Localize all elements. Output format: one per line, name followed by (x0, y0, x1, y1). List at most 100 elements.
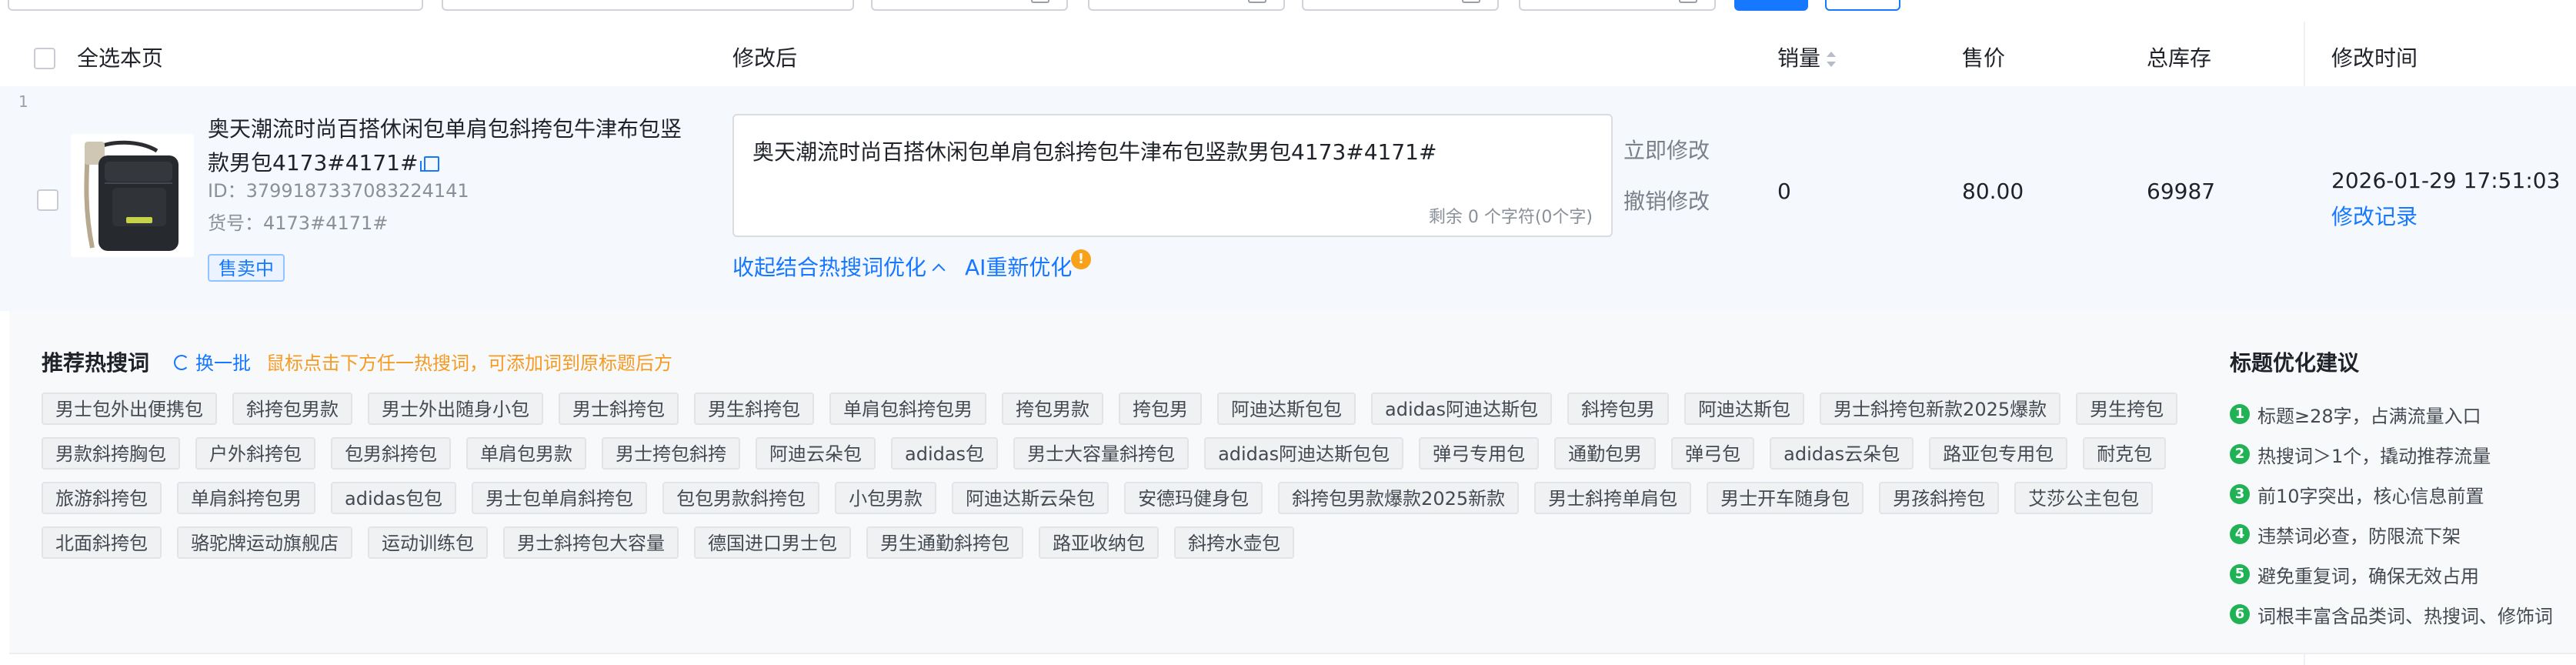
hot-word-tag[interactable]: 包包男款斜挎包 (662, 482, 820, 514)
filter-input-2[interactable] (442, 0, 854, 11)
header-total-stock: 总库存 (2147, 45, 2212, 71)
suggestion-number: 5 (2230, 564, 2250, 584)
modify-record-link[interactable]: 修改记录 (2331, 200, 2418, 231)
hot-word-tag[interactable]: adidas包 (891, 437, 999, 470)
suggestion-list: 1 标题≥28字，占满流量入口 2 热搜词＞1个，撬动推荐流量 3 前10字突出，核心信息… (2230, 394, 2553, 634)
header-sales[interactable]: 销量 (1777, 31, 1837, 86)
hot-word-tag[interactable]: 斜挎包男款爆款2025新款 (1278, 482, 1520, 514)
hot-word-tag[interactable]: 男士斜挎包大容量 (503, 526, 679, 559)
hot-word-tag[interactable]: 户外斜挎包 (195, 437, 315, 470)
header-after-edit: 修改后 (732, 45, 798, 71)
sort-icon[interactable] (1827, 51, 1837, 68)
hot-word-tag[interactable]: adidas阿迪达斯包包 (1204, 437, 1404, 470)
hot-word-tag[interactable]: adidas云朵包 (1770, 437, 1914, 470)
suggestion-number: 4 (2230, 524, 2250, 544)
hot-word-tag[interactable]: 男士斜挎单肩包 (1534, 482, 1692, 514)
hot-word-tag[interactable]: 挎包男款 (1002, 393, 1103, 425)
hot-word-tag[interactable]: 北面斜挎包 (42, 526, 162, 559)
row-divider (9, 653, 2576, 654)
hot-word-tag[interactable]: 男孩斜挎包 (1879, 482, 2000, 514)
hot-word-tag[interactable]: 单肩包斜挎包男 (829, 393, 986, 425)
hot-word-tag[interactable]: 路亚包专用包 (1929, 437, 2068, 470)
hot-word-tag[interactable]: 单肩包男款 (466, 437, 586, 470)
table-row: 1 奥天潮流时尚百搭休闲包单肩包斜挎包牛津布包竖款男包4173#4171# ID… (0, 86, 2576, 311)
filter-input-1[interactable] (8, 0, 423, 11)
calendar-icon (1462, 0, 1480, 3)
hot-word-tag[interactable]: 斜挎包男 (1567, 393, 1670, 425)
suggestion-item: 6 词根丰富含品类词、热搜词、修饰词 (2230, 594, 2553, 634)
hot-word-tag[interactable]: adidas阿迪达斯包 (1371, 393, 1553, 425)
refresh-button[interactable]: 换一批 (174, 348, 251, 375)
hot-word-tag[interactable]: 男生斜挎包 (694, 393, 814, 425)
hot-words-title: 推荐热搜词 (42, 350, 150, 376)
hot-word-tag[interactable]: 耐克包 (2083, 437, 2167, 470)
hot-word-tag[interactable]: 小包男款 (835, 482, 937, 514)
hot-words-panel: 推荐热搜词 换一批 鼠标点击下方任一热搜词，可添加词到原标题后方 男士包外出便携… (9, 311, 2576, 653)
hot-word-tag[interactable]: 安德玛健身包 (1124, 482, 1263, 514)
collapse-hot-words-link[interactable]: 收起结合热搜词优化 (732, 251, 946, 282)
hot-word-tag[interactable]: 斜挎水壶包 (1174, 526, 1294, 559)
hot-word-tag[interactable]: 通勤包男 (1554, 437, 1657, 470)
table-header: 全选本页 修改后 销量 售价 总库存 修改时间 (0, 31, 2576, 88)
hot-word-tag[interactable]: 男士包单肩斜挎包 (472, 482, 648, 514)
refresh-icon (174, 355, 189, 370)
hot-word-tag[interactable]: 德国进口男士包 (694, 526, 851, 559)
search-button[interactable] (1734, 0, 1808, 11)
hot-word-tag[interactable]: 单肩斜挎包男 (177, 482, 315, 514)
hot-word-tag[interactable]: 运动训练包 (368, 526, 488, 559)
hot-word-tag[interactable]: 男款斜挎胸包 (42, 437, 180, 470)
suggestion-text: 前10字突出，核心信息前置 (2257, 485, 2484, 507)
date-filter-1[interactable] (871, 0, 1068, 11)
suggestion-item: 3 前10字突出，核心信息前置 (2230, 474, 2553, 514)
hot-word-tag[interactable]: 男生挎包 (2076, 393, 2178, 425)
hot-word-tag[interactable]: 男士大容量斜挎包 (1013, 437, 1190, 470)
hot-word-tag[interactable]: 包男斜挎包 (331, 437, 451, 470)
apply-now-link[interactable]: 立即修改 (1623, 134, 1710, 165)
hot-word-tag[interactable]: 阿迪达斯云朵包 (952, 482, 1109, 514)
hot-word-tag[interactable]: 弹弓专用包 (1419, 437, 1540, 470)
title-edit-field[interactable]: 奥天潮流时尚百搭休闲包单肩包斜挎包牛津布包竖款男包4173#4171# 剩余 0… (732, 114, 1613, 237)
hot-word-tag[interactable]: 骆驼牌运动旗舰店 (177, 526, 352, 559)
hot-word-tag[interactable]: 男生通勤斜挎包 (866, 526, 1023, 559)
date-filter-2[interactable] (1088, 0, 1285, 11)
hot-word-tag[interactable]: 阿迪达斯包包 (1217, 393, 1356, 425)
hot-word-tag[interactable]: 男士斜挎包 (559, 393, 679, 425)
hot-word-tag[interactable]: 艾莎公主包包 (2014, 482, 2154, 514)
hot-word-tag[interactable]: 路亚收纳包 (1039, 526, 1159, 559)
suggestion-item: 4 违禁词必查，防限流下架 (2230, 514, 2553, 554)
hot-word-tag[interactable]: adidas包包 (331, 482, 457, 514)
reset-button[interactable] (1825, 0, 1900, 11)
undo-edit-link[interactable]: 撤销修改 (1623, 185, 1710, 216)
select-all-checkbox[interactable] (34, 48, 55, 69)
calendar-icon (1031, 0, 1049, 3)
hot-word-tag[interactable]: 男士外出随身小包 (368, 393, 543, 425)
warning-icon: ! (1071, 249, 1091, 269)
hot-word-tag[interactable]: 挎包男 (1119, 393, 1202, 425)
hot-word-tag[interactable]: 男士包外出便携包 (42, 393, 217, 425)
hot-word-tag[interactable]: 弹弓包 (1671, 437, 1755, 470)
collapse-hot-words-label: 收起结合热搜词优化 (732, 255, 927, 280)
hot-word-tags: 男士包外出便携包 斜挎包男款 男士外出随身小包 男士斜挎包 男生斜挎包 单肩包斜挎包男 挎包… (42, 393, 2178, 571)
hot-word-tag[interactable]: 旅游斜挎包 (42, 482, 162, 514)
hot-word-tag[interactable]: 男士挎包斜挎 (602, 437, 740, 470)
status-badge: 售卖中 (208, 254, 285, 282)
product-title[interactable]: 奥天潮流时尚百搭休闲包单肩包斜挎包牛津布包竖款男包4173#4171# (208, 112, 700, 180)
row-checkbox[interactable] (37, 189, 58, 211)
hot-word-tag[interactable]: 阿迪云朵包 (756, 437, 876, 470)
product-id: ID：3799187337083224141 (208, 175, 469, 202)
product-image[interactable] (71, 134, 194, 257)
date-filter-4[interactable] (1519, 0, 1716, 11)
copy-icon[interactable] (420, 156, 440, 172)
suggestion-text: 词根丰富含品类词、热搜词、修饰词 (2257, 605, 2553, 627)
title-edit-value[interactable]: 奥天潮流时尚百搭休闲包单肩包斜挎包牛津布包竖款男包4173#4171# (752, 135, 1436, 166)
select-all-label[interactable]: 全选本页 (77, 31, 163, 86)
ai-reoptimize-link[interactable]: AI重新优化 (965, 251, 1072, 282)
suggestion-number: 2 (2230, 444, 2250, 464)
date-filter-3[interactable] (1302, 0, 1499, 11)
hot-word-tag[interactable]: 男士斜挎包新款2025爆款 (1820, 393, 2061, 425)
hot-word-tag[interactable]: 斜挎包男款 (232, 393, 352, 425)
suggestion-item: 1 标题≥28字，占满流量入口 (2230, 394, 2553, 434)
hot-word-tag[interactable]: 男士开车随身包 (1707, 482, 1864, 514)
suggestion-item: 2 热搜词＞1个，撬动推荐流量 (2230, 434, 2553, 474)
hot-word-tag[interactable]: 阿迪达斯包 (1684, 393, 1805, 425)
